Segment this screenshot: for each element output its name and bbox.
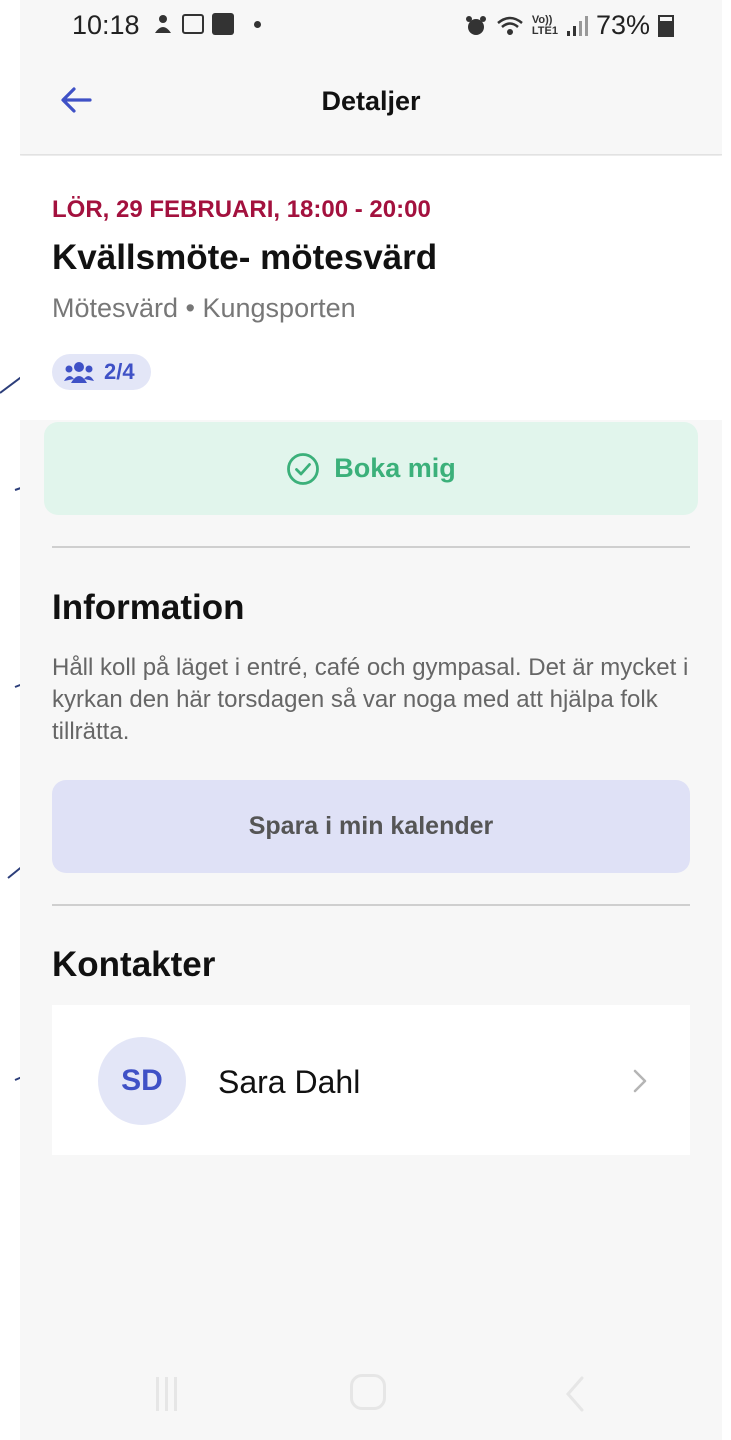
recent-apps-icon[interactable] <box>156 1377 190 1411</box>
information-heading: Information <box>52 588 245 627</box>
notification-icons <box>152 13 261 35</box>
contact-name: Sara Dahl <box>218 1064 361 1100</box>
back-nav-icon[interactable] <box>560 1374 590 1414</box>
book-me-label: Boka mig <box>334 453 456 483</box>
home-icon[interactable] <box>350 1374 386 1410</box>
event-title: Kvällsmöte- mötesvärd <box>52 238 438 277</box>
status-time: 10:18 <box>72 10 140 40</box>
check-circle-icon <box>287 452 320 485</box>
signal-icon <box>566 15 588 36</box>
contact-row[interactable]: SD Sara Dahl <box>52 1005 690 1155</box>
book-me-button[interactable]: Boka mig <box>44 422 698 515</box>
system-icons: Vo)) LTE1 73% <box>464 10 674 41</box>
more-notifications-dot <box>254 20 261 28</box>
event-datetime: LÖR, 29 FEBRUARI, 18:00 - 20:00 <box>52 196 431 223</box>
chevron-right-icon <box>633 1069 647 1093</box>
event-subtitle: Mötesvärd • Kungsporten <box>52 293 356 323</box>
participants-badge: 2/4 <box>52 354 151 390</box>
battery-percent: 73% <box>595 10 650 40</box>
save-to-calendar-button[interactable]: Spara i min kalender <box>52 780 690 873</box>
network-type: Vo)) LTE1 <box>531 13 558 37</box>
image-icon <box>182 14 204 34</box>
wifi-icon <box>497 16 523 35</box>
app-notification-icon <box>155 15 171 33</box>
system-nav-bar <box>20 1350 722 1440</box>
status-bar: 10:18 Vo)) LTE1 73% <box>20 0 722 52</box>
bible-app-icon <box>212 13 234 35</box>
phone-screen: 10:18 Vo)) LTE1 73% Detaljer LÖR, 29 FEB… <box>20 0 722 1440</box>
save-to-calendar-label: Spara i min kalender <box>248 812 494 840</box>
battery-icon <box>658 14 674 37</box>
divider <box>52 546 690 548</box>
divider <box>52 904 690 906</box>
alarm-icon <box>465 15 486 35</box>
contacts-heading: Kontakter <box>52 945 216 984</box>
page-title: Detaljer <box>321 86 421 116</box>
group-icon <box>64 362 94 383</box>
app-bar: Detaljer <box>20 52 722 155</box>
participants-count: 2/4 <box>104 359 135 384</box>
avatar: SD <box>98 1037 186 1125</box>
information-text: Håll koll på läget i entré, café och gym… <box>52 654 689 745</box>
